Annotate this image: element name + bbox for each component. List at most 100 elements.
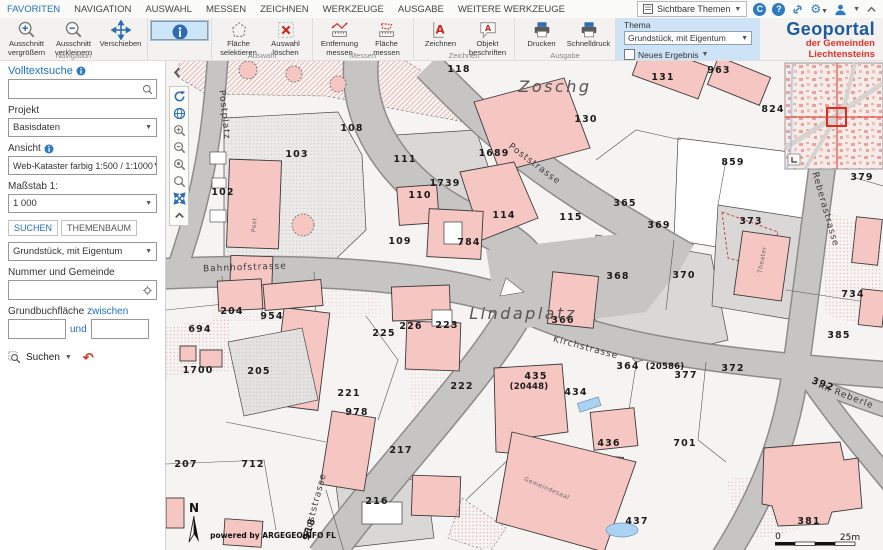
settings-gear-icon[interactable]: ⚙▼ [810,3,828,15]
parcel-label: 131 [651,72,674,83]
full-extent-icon[interactable] [173,192,186,205]
flaeche-bis-input[interactable] [95,323,145,336]
ribbon-tab-bar: FAVORITENNAVIGATIONAUSWAHLMESSENZEICHNEN… [0,0,883,18]
svg-text:A: A [435,23,445,37]
help-icon[interactable]: ? [772,3,785,16]
massstab-select[interactable]: 1 000 ▼ [8,194,157,213]
logo-line3: Liechtensteins [786,50,875,60]
zoom-last-icon[interactable] [173,175,186,188]
parcel-label: 1689 [479,148,510,159]
logo-line2: der Gemeinden [786,39,875,49]
draw-button[interactable]: A Zeichnen [417,19,464,49]
suchtyp-select[interactable]: Grundstück, mit Eigentum ▼ [8,242,157,261]
reset-search-icon[interactable]: ↶ [83,351,94,364]
thema-select[interactable]: Grundstück, mit Eigentum ▼ [624,31,752,45]
magnifier-plus-icon [17,20,37,40]
printer-icon [532,20,552,40]
und-label: und [70,324,87,335]
parcel-label: 1700 [183,365,214,376]
group-caption: Messen [313,51,413,60]
measure-distance-icon [330,20,350,40]
search-icon[interactable] [142,84,153,95]
tab-themenbaum[interactable]: THEMENBAUM [61,220,137,236]
zwischen-link[interactable]: zwischen [87,306,128,317]
map-canvas[interactable]: 1189631311308241081031689111859173910211… [166,60,883,550]
inset-corner-button[interactable] [788,154,800,165]
parcel-label: 694 [188,324,211,335]
refresh-icon[interactable] [173,90,186,103]
identify-button[interactable]: Identifizieren [151,21,208,40]
pan-button[interactable]: Verschieben [97,19,144,49]
print-button[interactable]: Drucken [518,19,565,49]
map-label: Lindaplatz [469,304,577,323]
zoom-rectangle-icon[interactable] [173,158,186,171]
sichtbare-themen-button[interactable]: Sichtbare Themen ▼ [637,1,747,17]
parcel-label: 368 [606,271,629,282]
tab-suchen[interactable]: SUCHEN [8,220,58,236]
volltextsuche-input[interactable] [12,83,142,96]
ribbon-tab-zeichnen[interactable]: ZEICHNEN [253,2,316,17]
collapse-strip-icon[interactable] [173,209,186,222]
ribbon-toolbar: Ausschnitt vergrößern Ausschnitt verklei… [0,18,883,61]
ansicht-value: Web-Kataster farbig 1:500 / 1:1000 [13,161,153,171]
group-caption: Auswahl [212,51,312,60]
overview-inset-map[interactable] [785,63,883,169]
parcel-label: 222 [450,381,473,392]
red-x-icon [276,20,296,40]
flaeche-von-wrap [8,319,66,339]
map-label: N [189,501,199,515]
zoom-out-icon[interactable] [173,141,186,154]
parcel-label: 379 [850,172,873,183]
parcel-label: 372 [721,363,744,374]
projekt-select[interactable]: Basisdaten ▼ [8,118,157,137]
locate-icon[interactable] [142,285,153,296]
parcel-label: 216 [365,496,388,507]
caret-down-icon: ▼ [65,354,72,361]
user-icon[interactable] [834,3,847,16]
nummer-gemeinde-label: Nummer und Gemeinde [8,267,157,278]
ribbon-tabs: FAVORITENNAVIGATIONAUSWAHLMESSENZEICHNEN… [0,2,572,17]
map-label: 0 [775,532,781,542]
parcel-label: 225 [372,328,395,339]
caret-down-icon: ▼ [853,6,860,13]
printer-icon [579,20,599,40]
history-icon[interactable]: C [753,3,766,16]
dashed-polygon-icon [229,20,249,40]
suchen-button[interactable]: Suchen ▼ ↶ [8,351,157,364]
move-arrows-icon [111,20,131,40]
caret-down-icon: ▼ [145,200,152,207]
group-identify: Identifizieren [148,18,212,60]
parcel-label: 784 [457,237,480,248]
link-icon[interactable] [791,3,804,16]
neues-ergebnis-checkbox[interactable]: Neues Ergebnis ▼ [624,49,708,60]
collapse-sidebar-button[interactable] [169,64,185,80]
tool-label: Drucken [527,40,555,49]
flaeche-von-input[interactable] [12,323,62,336]
parcel-label: 110 [408,190,431,201]
ansicht-select[interactable]: Web-Kataster farbig 1:500 / 1:1000 ▼ [8,156,157,175]
thema-value: Grundstück, mit Eigentum [628,33,726,43]
ribbon-tab-ausgabe[interactable]: AUSGABE [391,2,451,17]
ribbon-tab-auswahl[interactable]: AUSWAHL [138,2,199,17]
ribbon-tab-weitere-werkzeuge[interactable]: WEITERE WERKZEUGE [451,2,572,17]
map-label: Post [251,217,259,232]
map-label: Zoschg [517,77,591,96]
flaeche-bis-wrap [91,319,149,339]
parcel-label: 1739 [430,178,461,189]
parcel-label: 954 [260,311,283,322]
quick-print-button[interactable]: Schnelldruck [565,19,612,49]
ribbon-tab-navigation[interactable]: NAVIGATION [67,2,138,17]
checkbox-icon [624,49,635,60]
nummer-gemeinde-input[interactable] [12,284,142,297]
parcel-label: 373 [739,216,762,227]
svg-text:A: A [484,23,491,33]
ribbon-tab-werkzeuge[interactable]: WERKZEUGE [316,2,391,17]
ribbon-tab-favoriten[interactable]: FAVORITEN [0,2,67,17]
zoom-in-icon[interactable] [173,124,186,137]
ribbon-tab-messen[interactable]: MESSEN [199,2,253,17]
parcel-label: 436 [597,438,620,449]
collapse-ribbon-icon[interactable] [866,4,877,15]
projekt-label: Projekt [8,105,157,116]
draw-a-icon: A [431,20,451,40]
globe-icon[interactable] [173,107,186,120]
